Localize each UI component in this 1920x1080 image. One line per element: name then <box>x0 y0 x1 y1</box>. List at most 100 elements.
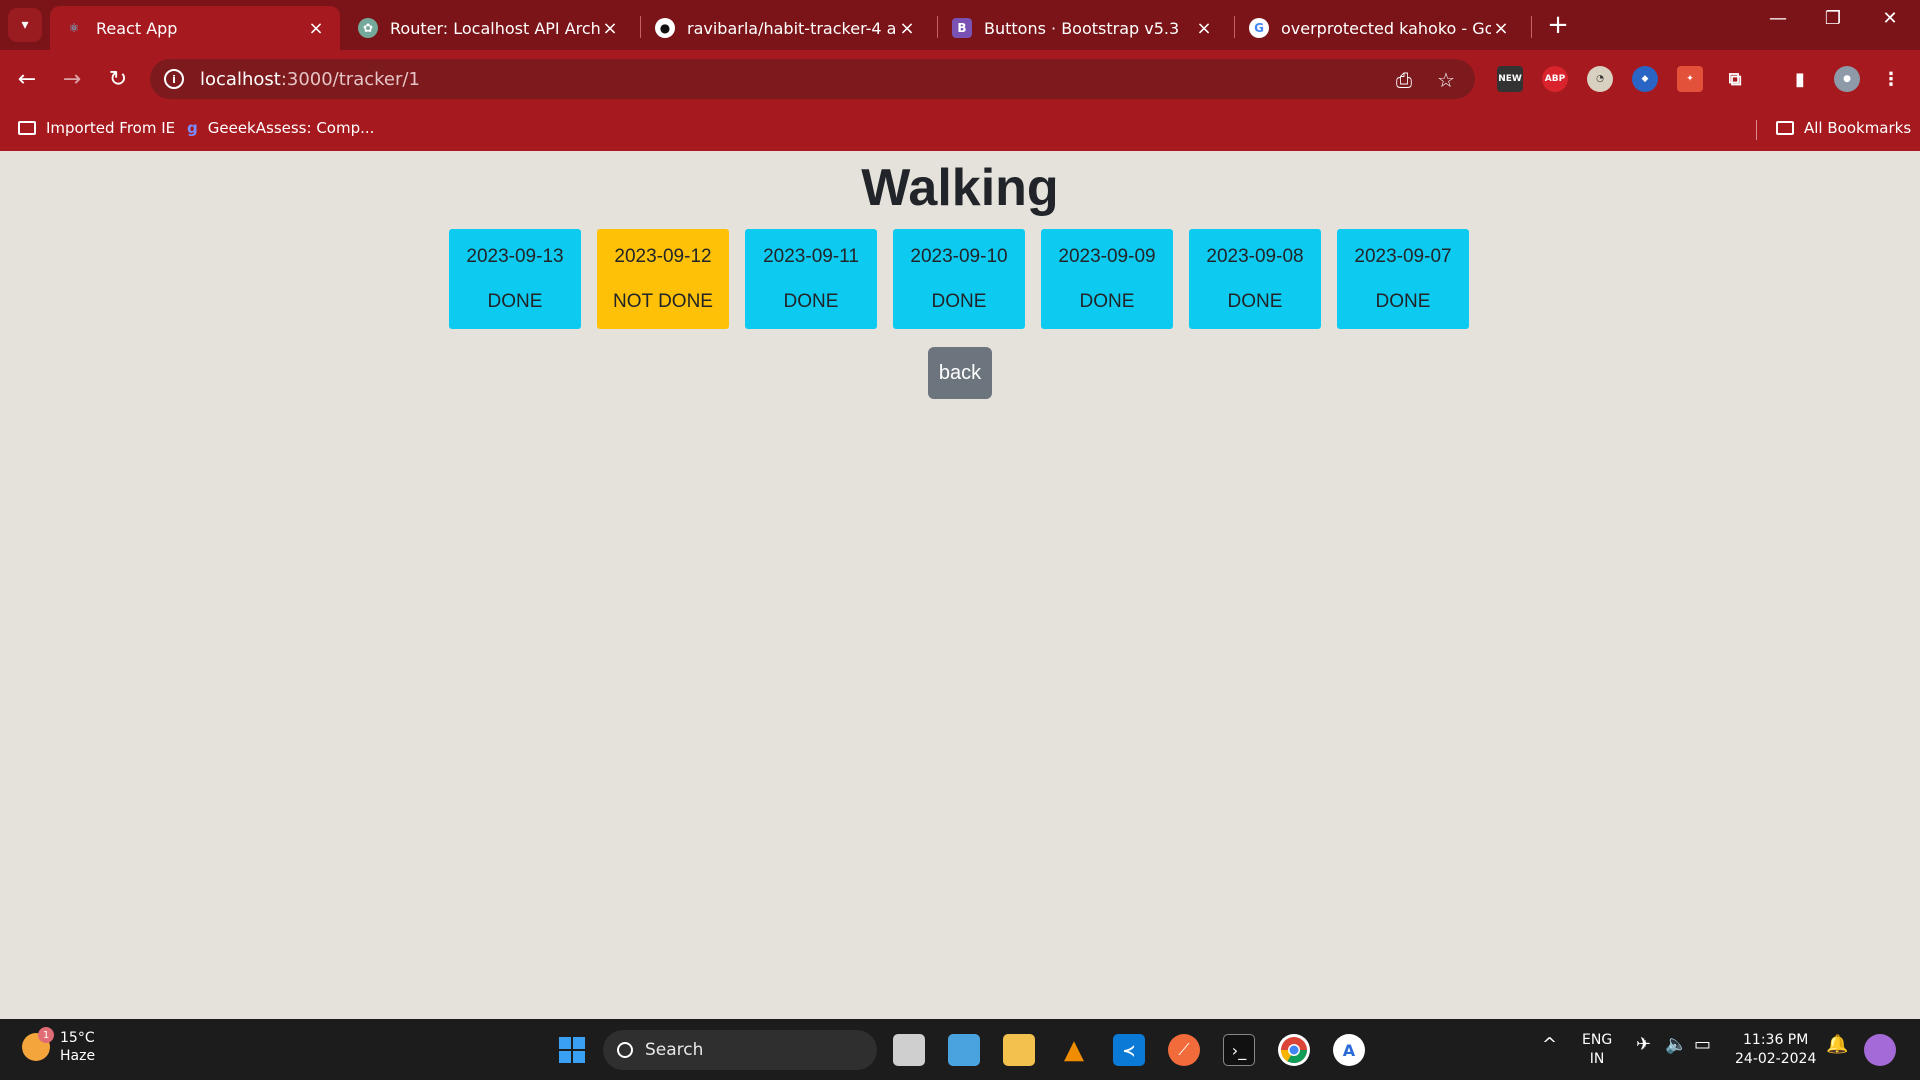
day-status: NOT DONE <box>613 290 713 312</box>
taskbar-search[interactable]: Search <box>603 1030 877 1070</box>
day-date: 2023-09-09 <box>1058 245 1156 267</box>
geeekassess-icon: g <box>187 119 198 137</box>
extension-red-icon[interactable]: ✦ <box>1677 66 1703 92</box>
close-icon[interactable]: × <box>1194 18 1214 39</box>
back-button[interactable]: back <box>928 347 992 399</box>
all-bookmarks-button[interactable]: All Bookmarks <box>1776 119 1911 137</box>
forward-arrow-icon[interactable]: → <box>57 64 87 94</box>
reload-icon[interactable]: ↻ <box>103 64 133 94</box>
day-date: 2023-09-10 <box>910 245 1008 267</box>
tab-title: React App <box>96 18 178 38</box>
copilot-icon[interactable] <box>1864 1034 1896 1066</box>
task-view-icon[interactable] <box>893 1034 925 1066</box>
day-card[interactable]: 2023-09-11 DONE <box>745 229 877 329</box>
day-card[interactable]: 2023-09-09 DONE <box>1041 229 1173 329</box>
bookmark-star-icon[interactable]: ☆ <box>1437 68 1455 92</box>
chatgpt-icon: ✿ <box>358 18 378 38</box>
day-status: DONE <box>1227 290 1283 312</box>
tab-title: Buttons · Bootstrap v5.3 <box>984 18 1180 38</box>
tab-separator <box>1531 16 1532 38</box>
language-indicator[interactable]: ENG IN <box>1582 1031 1612 1069</box>
notepad-icon[interactable] <box>948 1034 980 1066</box>
bookmark-imported-from-ie[interactable]: Imported From IE <box>18 119 175 137</box>
minimize-icon[interactable]: — <box>1758 8 1798 29</box>
vlc-icon[interactable]: ▲ <box>1058 1034 1090 1066</box>
react-icon: ⚛ <box>68 21 80 35</box>
day-date: 2023-09-08 <box>1206 245 1304 267</box>
day-card[interactable]: 2023-09-07 DONE <box>1337 229 1469 329</box>
notification-bell-icon[interactable]: 🔔 <box>1826 1035 1848 1054</box>
tab-router[interactable]: ✿ Router: Localhost API Architectu × <box>344 6 634 50</box>
habit-title: Walking <box>861 159 1059 217</box>
new-tab-button[interactable]: + <box>1543 10 1573 40</box>
day-card[interactable]: 2023-09-10 DONE <box>893 229 1025 329</box>
day-card[interactable]: 2023-09-13 DONE <box>449 229 581 329</box>
weather-temp: 15°C <box>60 1030 95 1046</box>
weather-sun-icon: 1 <box>22 1027 54 1061</box>
day-card[interactable]: 2023-09-12 NOT DONE <box>597 229 729 329</box>
extension-new-icon[interactable]: NEW <box>1497 66 1523 92</box>
restore-icon[interactable]: ❐ <box>1813 8 1853 29</box>
terminal-icon[interactable]: ›_ <box>1223 1034 1255 1066</box>
google-icon: G <box>1249 18 1269 38</box>
day-card[interactable]: 2023-09-08 DONE <box>1189 229 1321 329</box>
day-list: 2023-09-13 DONE 2023-09-12 NOT DONE 2023… <box>449 229 1469 329</box>
address-bar[interactable]: i localhost:3000/tracker/1 ⎙ ☆ <box>150 59 1475 99</box>
url-text: localhost:3000/tracker/1 <box>200 68 420 90</box>
close-window-icon[interactable]: ✕ <box>1870 8 1910 29</box>
tab-search-button[interactable]: ▾ <box>8 8 42 42</box>
folder-icon <box>1776 121 1794 135</box>
side-panel-icon[interactable]: ▮ <box>1787 66 1813 92</box>
volume-icon[interactable]: 🔈 <box>1665 1035 1687 1054</box>
app-store-icon[interactable]: A <box>1333 1034 1365 1066</box>
windows-start-icon[interactable] <box>556 1034 588 1066</box>
tab-title: Router: Localhost API Architectu <box>390 18 600 38</box>
page-content: Walking 2023-09-13 DONE 2023-09-12 NOT D… <box>0 151 1920 1019</box>
close-icon[interactable]: × <box>1491 18 1511 39</box>
airplane-mode-icon[interactable]: ✈ <box>1636 1035 1651 1054</box>
adblock-icon[interactable]: ABP <box>1542 66 1568 92</box>
vscode-icon[interactable]: ≺ <box>1113 1034 1145 1066</box>
bootstrap-icon: B <box>952 18 972 38</box>
day-date: 2023-09-12 <box>614 245 712 267</box>
site-info-icon[interactable]: i <box>164 69 184 89</box>
file-explorer-icon[interactable] <box>1003 1034 1035 1066</box>
tab-title: ravibarla/habit-tracker-4 at new <box>687 18 897 38</box>
folder-icon <box>18 121 36 135</box>
tab-bootstrap[interactable]: B Buttons · Bootstrap v5.3 × <box>938 6 1228 50</box>
extension-glasses-icon[interactable]: ◔ <box>1587 66 1613 92</box>
browser-toolbar: ← → ↻ i localhost:3000/tracker/1 ⎙ ☆ NEW… <box>0 50 1920 108</box>
day-status: DONE <box>783 290 839 312</box>
day-status: DONE <box>1375 290 1431 312</box>
weather-widget[interactable]: 1 15°C Haze <box>22 1027 96 1065</box>
close-icon[interactable]: × <box>306 18 326 39</box>
extensions-puzzle-icon[interactable]: ⧉ <box>1722 66 1748 92</box>
profile-avatar[interactable]: ● <box>1834 66 1860 92</box>
postman-icon[interactable]: ⟋ <box>1168 1034 1200 1066</box>
day-date: 2023-09-13 <box>466 245 564 267</box>
bookmark-geeekassess[interactable]: g GeeekAssess: Comp... <box>187 119 374 137</box>
close-icon[interactable]: × <box>600 18 620 39</box>
bookmark-separator <box>1756 120 1757 140</box>
back-arrow-icon[interactable]: ← <box>12 64 42 94</box>
tab-react-app[interactable]: ⚛ React App × <box>50 6 340 50</box>
weather-desc: Haze <box>60 1048 96 1064</box>
battery-icon[interactable]: ▭ <box>1694 1035 1711 1054</box>
tab-title: overprotected kahoko - Google <box>1281 18 1491 38</box>
clock[interactable]: 11:36 PM 24-02-2024 <box>1735 1031 1816 1069</box>
chrome-icon[interactable] <box>1278 1034 1310 1066</box>
bookmarks-bar: Imported From IE g GeeekAssess: Comp... … <box>0 108 1920 151</box>
menu-kebab-icon[interactable]: ⋮ <box>1878 66 1904 92</box>
close-icon[interactable]: × <box>897 18 917 39</box>
tab-strip: ▾ ⚛ React App × ✿ Router: Localhost API … <box>0 0 1920 50</box>
tab-github[interactable]: ● ravibarla/habit-tracker-4 at new × <box>641 6 931 50</box>
tab-google[interactable]: G overprotected kahoko - Google × <box>1235 6 1525 50</box>
extension-blue-icon[interactable]: ◆ <box>1632 66 1658 92</box>
day-status: DONE <box>931 290 987 312</box>
day-status: DONE <box>1079 290 1135 312</box>
install-app-icon[interactable]: ⎙ <box>1396 68 1412 92</box>
github-icon: ● <box>655 18 675 38</box>
chevron-up-icon[interactable]: ^ <box>1542 1035 1557 1054</box>
notification-badge: 1 <box>38 1027 54 1043</box>
day-date: 2023-09-11 <box>763 245 859 267</box>
